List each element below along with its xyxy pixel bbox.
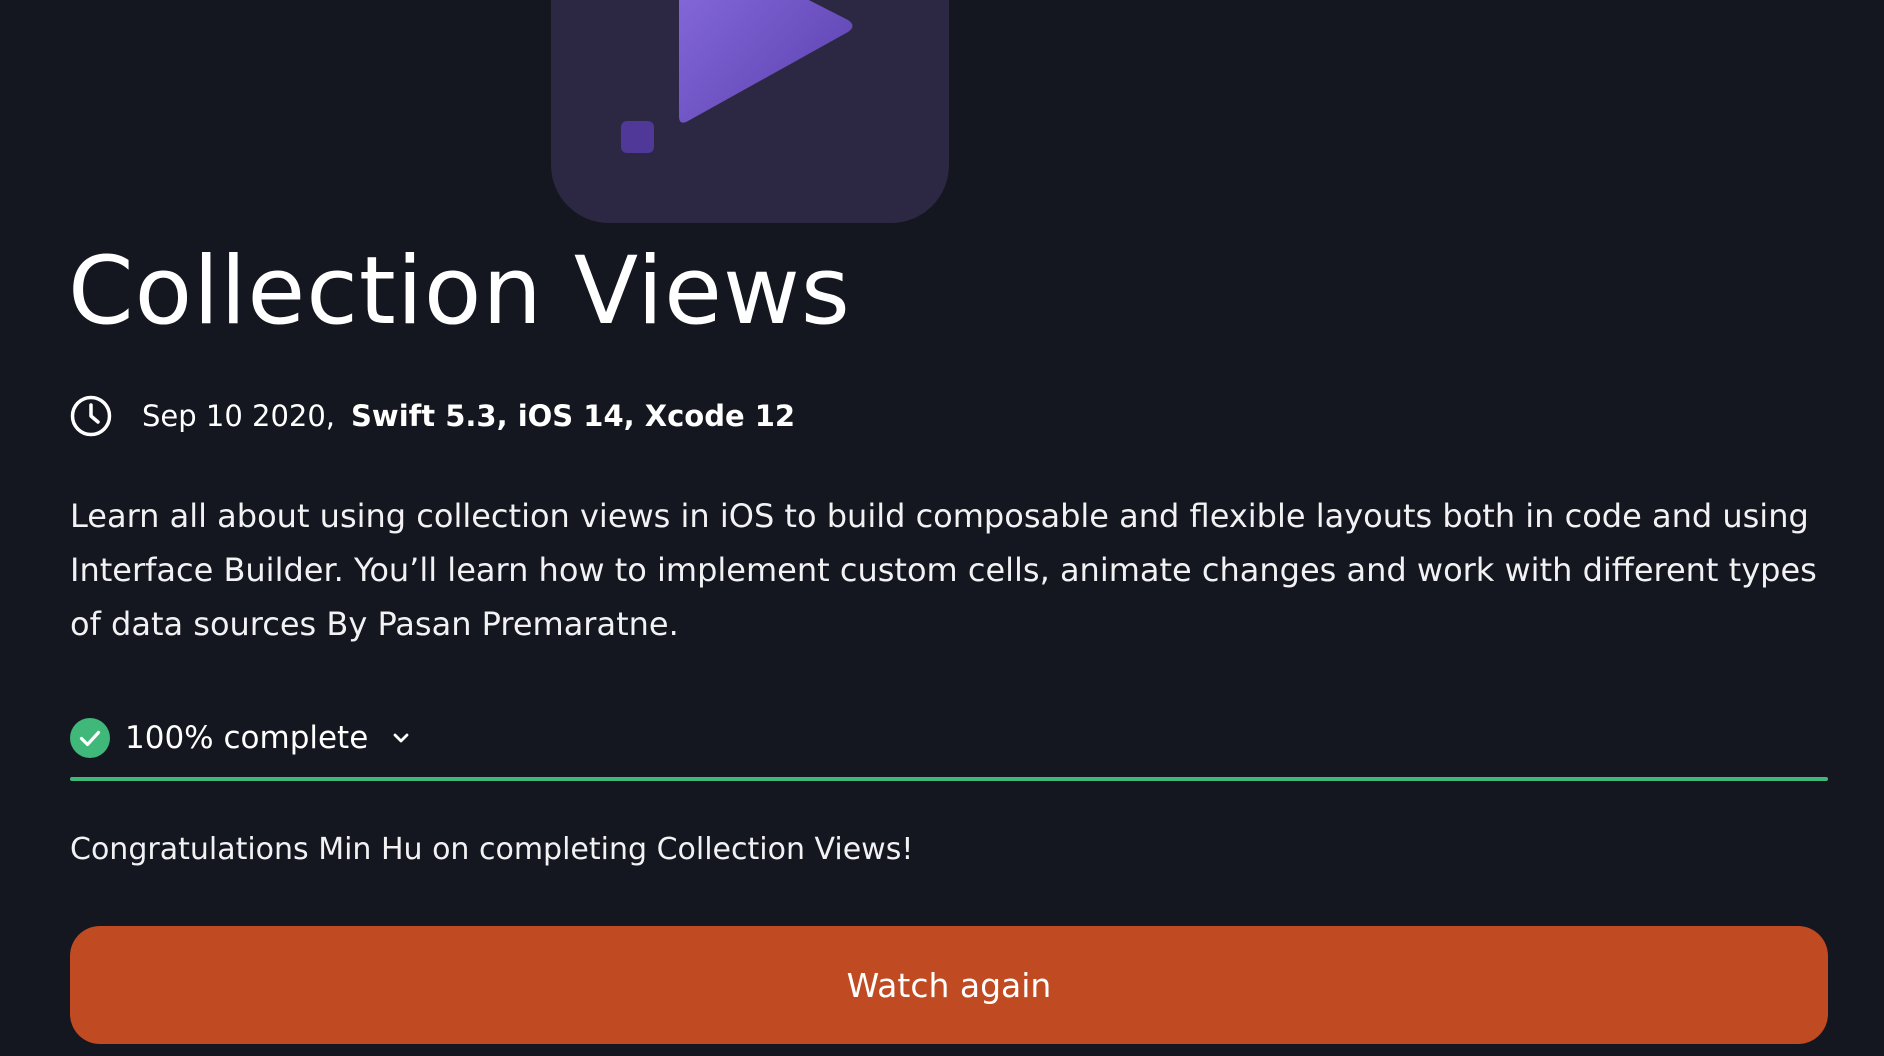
chevron-down-icon[interactable] <box>392 732 410 744</box>
play-triangle-icon <box>621 0 853 153</box>
progress-bar-fill <box>70 777 1828 781</box>
course-artwork <box>551 0 949 223</box>
course-title: Collection Views <box>68 237 851 346</box>
course-description: Learn all about using collection views i… <box>70 497 1817 643</box>
watch-again-button[interactable]: Watch again <box>70 926 1828 1044</box>
course-meta: Sep 10 2020, Swift 5.3, iOS 14, Xcode 12 <box>70 395 795 437</box>
course-detail-page: Collection Views Sep 10 2020, Swift 5.3,… <box>0 0 1884 1056</box>
progress-label: 100% complete <box>125 720 369 756</box>
progress-bar <box>70 777 1828 781</box>
clock-icon <box>70 395 112 437</box>
completion-message: Congratulations Min Hu on completing Col… <box>70 832 914 867</box>
release-date: Sep 10 2020, <box>142 399 336 433</box>
progress-dropdown-toggle[interactable]: 100% complete <box>70 716 410 760</box>
platform-versions: Swift 5.3, iOS 14, Xcode 12 <box>351 399 796 433</box>
check-circle-icon <box>70 718 110 758</box>
